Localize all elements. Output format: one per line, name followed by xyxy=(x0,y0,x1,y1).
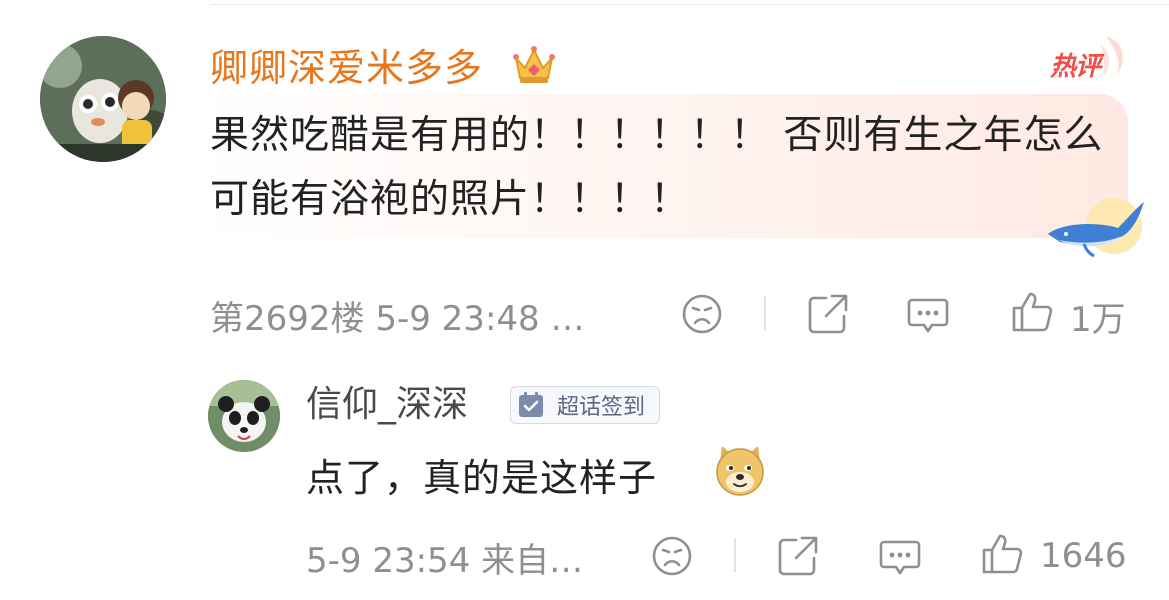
divider xyxy=(734,538,736,572)
thumbs-up-icon[interactable] xyxy=(1010,290,1054,334)
share-icon[interactable] xyxy=(806,292,850,336)
hot-comment-label: 热评 xyxy=(1050,52,1101,82)
comment-text: 果然吃醋是有用的！！！！！！ 否则有生之年怎么可能有浴袍的照片！！！！ xyxy=(210,113,1104,222)
reply-like-count: 1646 xyxy=(1040,536,1127,576)
crown-icon xyxy=(513,46,555,83)
reply-avatar[interactable] xyxy=(208,380,280,452)
avatar-image xyxy=(40,36,166,162)
reply-text: 点了，真的是这样子 xyxy=(306,456,658,500)
reply-time-source: 5-9 23:54 来自… xyxy=(306,540,584,581)
checkin-badge-label: 超话签到 xyxy=(557,395,646,420)
comment-meta: 第2692楼 5-9 23:48 … xyxy=(210,290,584,340)
comment-icon[interactable] xyxy=(878,534,922,578)
supertopic-checkin-badge: 超话签到 xyxy=(510,386,660,424)
dislike-face-icon[interactable] xyxy=(680,292,724,336)
whale-icon xyxy=(1048,198,1144,258)
username[interactable]: 卿卿深爱米多多 xyxy=(210,40,483,96)
floor-and-time: 第2692楼 5-9 23:48 … xyxy=(210,298,585,339)
doge-emoji xyxy=(716,446,764,496)
divider xyxy=(764,296,766,330)
panda-avatar-image xyxy=(208,380,280,452)
comment-icon[interactable] xyxy=(906,292,950,336)
share-icon[interactable] xyxy=(776,534,820,578)
avatar[interactable] xyxy=(40,36,166,162)
reply-meta: 5-9 23:54 来自… xyxy=(306,532,583,582)
top-divider xyxy=(210,4,1169,5)
thumbs-up-icon[interactable] xyxy=(980,532,1024,576)
dislike-face-icon[interactable] xyxy=(650,534,694,578)
like-count: 1万 xyxy=(1070,300,1126,340)
reply-username[interactable]: 信仰_深深 xyxy=(306,380,468,430)
check-badge-icon xyxy=(519,392,543,417)
